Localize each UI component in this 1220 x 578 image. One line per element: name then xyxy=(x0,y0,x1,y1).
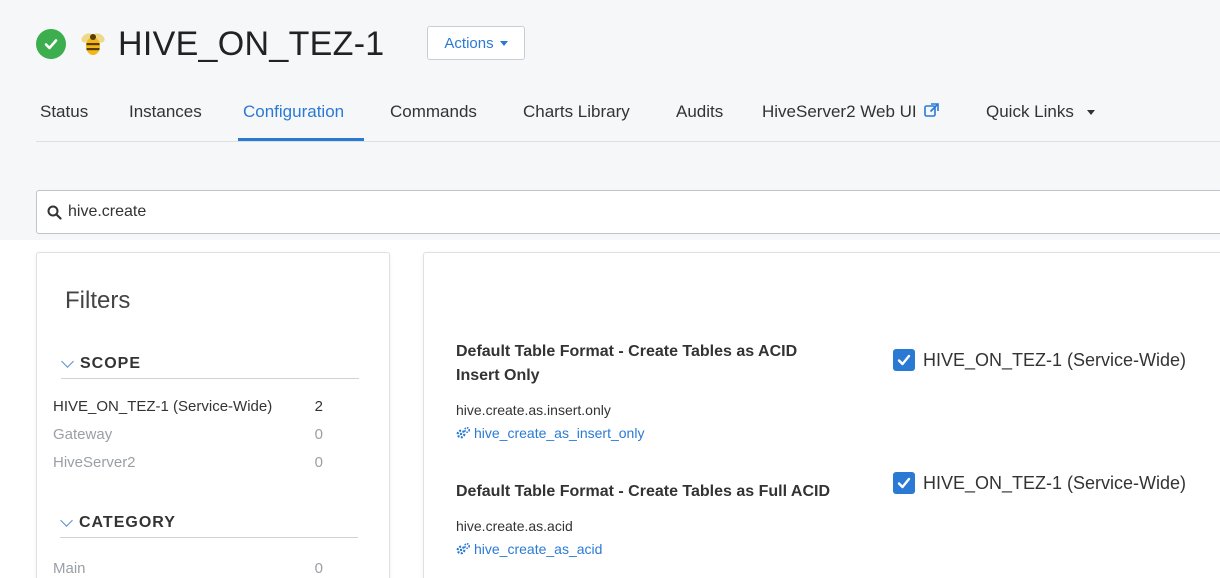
active-tab-indicator xyxy=(238,138,364,141)
scope-section-header[interactable]: SCOPE xyxy=(61,349,359,379)
tab-charts-library[interactable]: Charts Library xyxy=(523,102,630,122)
property-value-checkbox[interactable]: HIVE_ON_TEZ-1 (Service-Wide) xyxy=(893,472,1186,494)
category-section-header[interactable]: CATEGORY xyxy=(60,508,358,538)
tab-audits[interactable]: Audits xyxy=(676,102,723,122)
hive-bee-icon xyxy=(78,29,108,59)
actions-label: Actions xyxy=(444,34,494,52)
property-value-checkbox[interactable]: HIVE_ON_TEZ-1 (Service-Wide) xyxy=(893,349,1186,371)
service-header: HIVE_ON_TEZ-1 xyxy=(36,22,385,66)
tab-status[interactable]: Status xyxy=(40,102,88,122)
filter-count: 0 xyxy=(314,560,323,577)
caret-down-icon xyxy=(499,40,508,46)
chevron-down-icon xyxy=(60,514,73,527)
gears-icon xyxy=(456,543,470,555)
config-search-box xyxy=(36,190,1220,234)
tab-instances[interactable]: Instances xyxy=(129,102,202,122)
filter-label: Gateway xyxy=(53,426,113,443)
property-config-link[interactable]: hive_create_as_acid xyxy=(456,541,602,557)
property-key: hive.create.as.acid xyxy=(456,518,573,534)
property-link-text: hive_create_as_insert_only xyxy=(474,425,645,441)
property-display-name: Default Table Format - Create Tables as … xyxy=(456,340,797,388)
filter-label: HiveServer2 xyxy=(53,454,136,471)
tab-commands[interactable]: Commands xyxy=(390,102,477,122)
external-link-icon xyxy=(924,103,940,117)
search-input[interactable] xyxy=(68,203,968,221)
caret-down-icon xyxy=(1086,110,1095,116)
tab-quick-links-label: Quick Links xyxy=(986,102,1074,121)
page-title: HIVE_ON_TEZ-1 xyxy=(118,24,385,63)
filter-scope-hiveserver2[interactable]: HiveServer2 0 xyxy=(53,454,323,471)
check-circle-icon xyxy=(36,29,66,59)
property-config-link[interactable]: hive_create_as_insert_only xyxy=(456,425,644,441)
actions-dropdown-button[interactable]: Actions xyxy=(427,26,525,60)
filter-count: 0 xyxy=(314,454,323,471)
filter-scope-service-wide[interactable]: HIVE_ON_TEZ-1 (Service-Wide) 2 xyxy=(53,398,323,415)
filter-count: 2 xyxy=(314,398,323,415)
category-heading: CATEGORY xyxy=(79,513,176,531)
filter-category-main[interactable]: Main 0 xyxy=(53,560,323,577)
tab-configuration[interactable]: Configuration xyxy=(243,102,344,122)
property-key: hive.create.as.insert.only xyxy=(456,402,611,418)
filter-count: 0 xyxy=(314,426,323,443)
gears-icon xyxy=(456,427,470,439)
checkbox-checked-icon xyxy=(893,349,915,371)
tab-hiveserver2-label: HiveServer2 Web UI xyxy=(762,102,917,121)
checkbox-label: HIVE_ON_TEZ-1 (Service-Wide) xyxy=(923,472,1187,493)
tab-quick-links[interactable]: Quick Links xyxy=(986,102,1095,122)
tab-hiveserver2-web-ui[interactable]: HiveServer2 Web UI xyxy=(762,102,940,122)
chevron-down-icon xyxy=(61,355,74,368)
property-link-text: hive_create_as_acid xyxy=(474,541,603,557)
property-name-line: Default Table Format - Create Tables as … xyxy=(456,483,830,500)
filter-label: HIVE_ON_TEZ-1 (Service-Wide) xyxy=(53,398,273,415)
search-icon xyxy=(47,205,62,220)
filter-label: Main xyxy=(53,560,86,577)
scope-heading: SCOPE xyxy=(80,354,142,372)
filters-title: Filters xyxy=(65,287,131,314)
property-name-line: Insert Only xyxy=(456,367,540,384)
tab-bar: Status Instances Configuration Commands … xyxy=(36,92,1220,142)
checkbox-label: HIVE_ON_TEZ-1 (Service-Wide) xyxy=(923,349,1187,370)
property-display-name: Default Table Format - Create Tables as … xyxy=(456,480,830,504)
checkbox-checked-icon xyxy=(893,472,915,494)
property-name-line: Default Table Format - Create Tables as … xyxy=(456,343,798,360)
filter-scope-gateway[interactable]: Gateway 0 xyxy=(53,426,323,443)
